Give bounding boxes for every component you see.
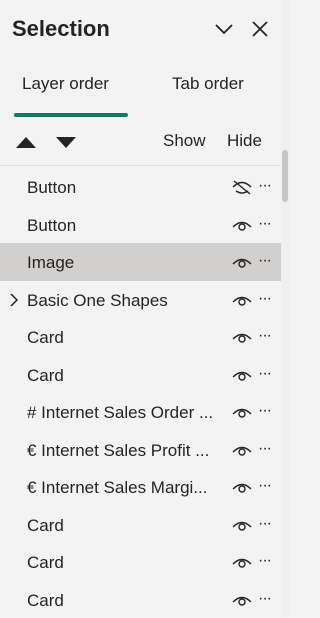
- divider: [0, 165, 281, 166]
- layer-label: Card: [27, 328, 229, 348]
- eye-icon[interactable]: [231, 367, 253, 383]
- eye-icon[interactable]: [231, 254, 253, 270]
- more-options-icon[interactable]: ···: [258, 327, 271, 345]
- triangle-down-icon[interactable]: [55, 134, 77, 150]
- layer-label: Basic One Shapes: [27, 291, 229, 311]
- layer-label: Button: [27, 178, 229, 198]
- more-options-icon[interactable]: ···: [258, 365, 271, 383]
- layer-label: Card: [27, 516, 229, 536]
- layer-row[interactable]: € Internet Sales Profit ... ···: [0, 431, 281, 469]
- layer-label: € Internet Sales Margi...: [27, 478, 229, 498]
- close-icon[interactable]: [249, 18, 271, 40]
- more-options-icon[interactable]: ···: [258, 552, 271, 570]
- more-options-icon[interactable]: ···: [258, 290, 271, 308]
- scrollbar[interactable]: [281, 0, 289, 617]
- more-options-icon[interactable]: ···: [258, 177, 271, 195]
- eye-icon[interactable]: [231, 292, 253, 308]
- active-tab-indicator: [14, 113, 128, 117]
- tab-bar: Layer order Tab order: [0, 66, 281, 122]
- more-options-icon[interactable]: ···: [258, 477, 271, 495]
- more-options-icon[interactable]: ···: [258, 402, 271, 420]
- layer-row[interactable]: Card ···: [0, 581, 281, 618]
- more-options-icon[interactable]: ···: [258, 515, 271, 533]
- layer-row[interactable]: € Internet Sales Margi... ···: [0, 468, 281, 506]
- layer-row[interactable]: Image ···: [0, 243, 281, 281]
- chevron-right-icon[interactable]: [8, 292, 20, 308]
- layer-label: € Internet Sales Profit ...: [27, 441, 229, 461]
- tab-tab-order[interactable]: Tab order: [172, 74, 244, 94]
- eye-icon[interactable]: [231, 217, 253, 233]
- chevron-down-icon[interactable]: [213, 18, 235, 40]
- pane-header: Selection: [0, 0, 281, 60]
- eye-icon[interactable]: [231, 404, 253, 420]
- scrollbar-thumb[interactable]: [282, 150, 288, 202]
- tab-layer-order[interactable]: Layer order: [22, 74, 109, 94]
- more-options-icon[interactable]: ···: [258, 440, 271, 458]
- layer-label: Image: [27, 253, 229, 273]
- layer-row[interactable]: # Internet Sales Order ... ···: [0, 393, 281, 431]
- more-options-icon[interactable]: ···: [258, 590, 271, 608]
- eye-icon[interactable]: [231, 592, 253, 608]
- eye-hidden-icon[interactable]: [231, 179, 253, 195]
- layer-row[interactable]: Card ···: [0, 356, 281, 394]
- layer-row[interactable]: Button ···: [0, 206, 281, 244]
- layer-label: Card: [27, 366, 229, 386]
- layer-label: Card: [27, 591, 229, 611]
- layer-label: Button: [27, 216, 229, 236]
- layer-list: Button···Button···Image···Basic One Shap…: [0, 168, 281, 618]
- triangle-up-icon[interactable]: [15, 134, 37, 150]
- more-options-icon[interactable]: ···: [258, 252, 271, 270]
- layer-label: Card: [27, 553, 229, 573]
- pane-title: Selection: [12, 16, 110, 42]
- layer-row[interactable]: Basic One Shapes ···: [0, 281, 281, 319]
- more-options-icon[interactable]: ···: [258, 215, 271, 233]
- layer-toolbar: Show Hide: [0, 126, 281, 158]
- layer-label: # Internet Sales Order ...: [27, 403, 229, 423]
- hide-button[interactable]: Hide: [227, 131, 262, 151]
- eye-icon[interactable]: [231, 479, 253, 495]
- show-button[interactable]: Show: [163, 131, 206, 151]
- layer-row[interactable]: Card ···: [0, 543, 281, 581]
- layer-row[interactable]: Card ···: [0, 318, 281, 356]
- layer-row[interactable]: Button ···: [0, 168, 281, 206]
- selection-pane: Selection Layer order Tab order Show Hid…: [0, 0, 281, 617]
- eye-icon[interactable]: [231, 329, 253, 345]
- eye-icon[interactable]: [231, 554, 253, 570]
- eye-icon[interactable]: [231, 442, 253, 458]
- layer-row[interactable]: Card ···: [0, 506, 281, 544]
- eye-icon[interactable]: [231, 517, 253, 533]
